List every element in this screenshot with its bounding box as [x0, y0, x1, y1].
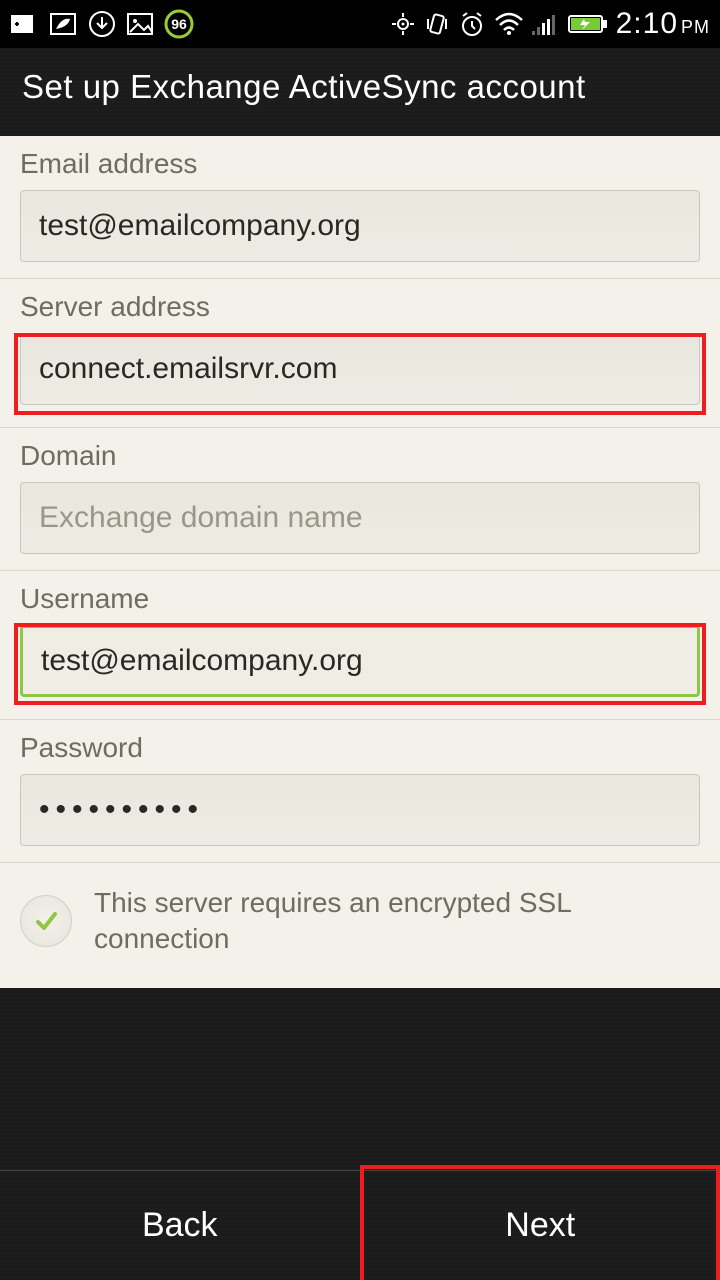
gps-icon	[390, 11, 416, 37]
server-label: Server address	[20, 291, 700, 323]
password-label: Password	[20, 732, 700, 764]
domain-input[interactable]	[20, 482, 700, 554]
server-input[interactable]	[20, 333, 700, 405]
domain-label: Domain	[20, 440, 700, 472]
alarm-icon	[458, 10, 486, 38]
email-label: Email address	[20, 148, 700, 180]
username-field-group: Username	[0, 571, 720, 720]
notification-add-icon	[10, 12, 38, 36]
username-input[interactable]	[20, 625, 700, 697]
status-bar: 96 2:10PM	[0, 0, 720, 48]
ssl-checkbox-row[interactable]: This server requires an encrypted SSL co…	[0, 863, 720, 988]
footer-spacer	[0, 988, 720, 1170]
signal-icon	[532, 13, 560, 35]
ssl-check-icon	[20, 895, 72, 947]
page-title: Set up Exchange ActiveSync account	[0, 48, 720, 136]
next-button[interactable]: Next	[360, 1171, 720, 1280]
domain-field-group: Domain	[0, 428, 720, 571]
battery-badge-icon: 96	[164, 9, 194, 39]
ssl-label: This server requires an encrypted SSL co…	[94, 885, 700, 958]
download-icon	[88, 10, 116, 38]
account-setup-form: Email address Server address Domain User…	[0, 136, 720, 988]
username-label: Username	[20, 583, 700, 615]
server-field-group: Server address	[0, 279, 720, 428]
email-input[interactable]	[20, 190, 700, 262]
leaf-icon	[48, 11, 78, 37]
footer-nav: Back Next	[0, 1170, 720, 1280]
wifi-icon	[494, 12, 524, 36]
email-field-group: Email address	[0, 136, 720, 279]
battery-icon	[568, 13, 608, 35]
clock-time: 2:10PM	[616, 7, 710, 41]
vibrate-icon	[424, 11, 450, 37]
password-field-group: Password	[0, 720, 720, 863]
picture-icon	[126, 12, 154, 36]
back-button[interactable]: Back	[0, 1171, 360, 1280]
password-input[interactable]	[20, 774, 700, 846]
